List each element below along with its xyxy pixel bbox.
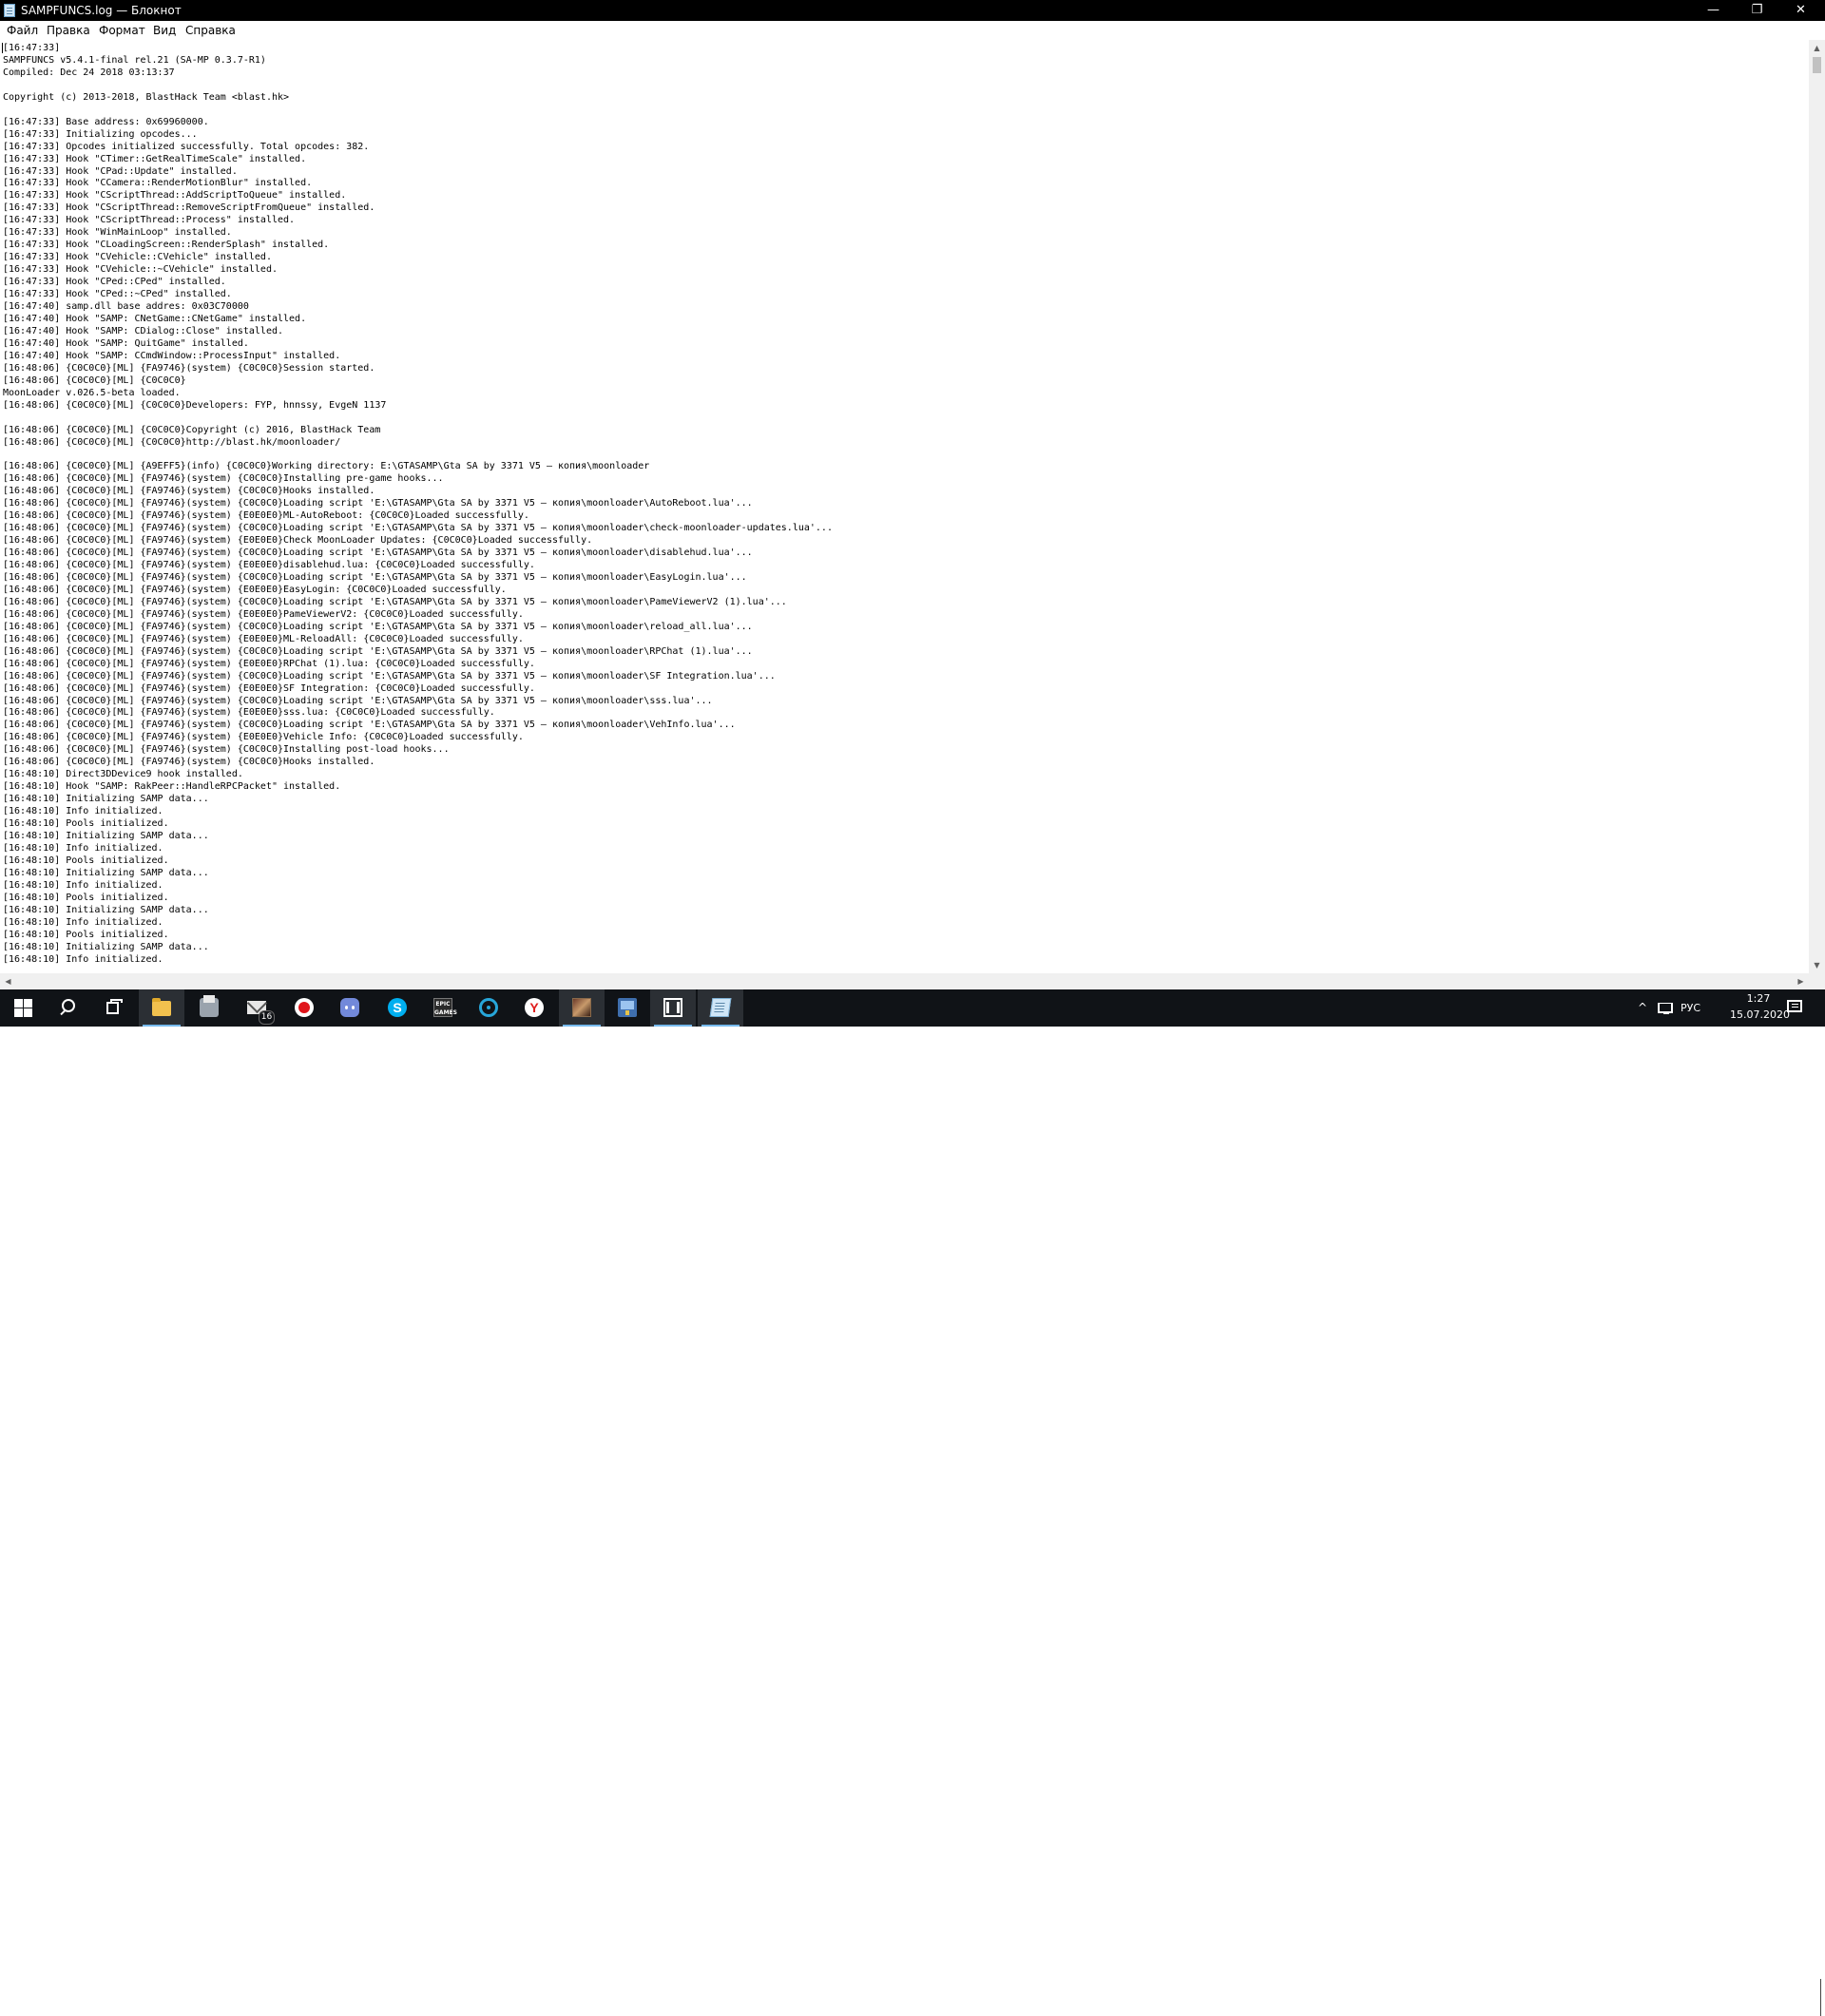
taskbar: 16 S EPIC GAMES Y [0,989,1825,2016]
printer-icon [200,995,219,1017]
taskbar-sync-app[interactable] [466,989,511,1027]
taskbar-notepad[interactable] [698,989,743,1027]
scrollbar-corner [1809,973,1825,989]
taskbar-epic-games[interactable]: EPIC GAMES [420,989,466,1027]
clock-date[interactable]: 15.07.2020 [1730,1008,1790,1022]
notepad-icon [709,998,732,1017]
taskbar-mail[interactable]: 16 [234,989,279,1027]
taskbar-file-explorer[interactable] [139,989,184,1027]
minimize-button[interactable]: — [1692,0,1735,21]
taskbar-video-editor[interactable] [650,989,696,1027]
record-icon [295,998,314,1017]
input-language-indicator[interactable]: РУС [1681,1002,1700,1014]
horizontal-scrollbar[interactable]: ◀ ▶ [0,973,1809,989]
menu-file[interactable]: Файл [7,24,38,37]
taskbar-skype[interactable]: S [375,989,420,1027]
start-button[interactable] [0,989,46,1027]
task-view-icon [105,998,124,1017]
action-center-icon[interactable] [1787,1000,1802,1012]
notepad-app-icon [4,4,15,17]
vertical-scrollbar[interactable]: ▲ ▼ [1809,40,1825,973]
show-desktop-button[interactable] [1820,1979,1825,2016]
menu-edit[interactable]: Правка [47,24,90,37]
network-app-icon [618,998,637,1017]
close-button[interactable]: ✕ [1779,0,1822,21]
tray-overflow-chevron-icon[interactable]: ^ [1635,1000,1650,1015]
sync-icon [479,998,498,1017]
taskbar-discord[interactable] [327,989,373,1027]
scroll-left-arrow-icon[interactable]: ◀ [0,973,16,989]
clock-time[interactable]: 1:27 [1730,992,1787,1006]
task-view-button[interactable] [91,989,137,1027]
folder-icon [152,998,171,1016]
taskbar-game[interactable] [559,989,605,1027]
search-button[interactable] [46,989,91,1027]
taskbar-network-app[interactable] [605,989,650,1027]
mail-unread-badge: 16 [259,1010,275,1025]
title-bar[interactable]: SAMPFUNCS.log — Блокнот — ❐ ✕ [0,0,1825,21]
skype-icon: S [388,998,407,1017]
menu-format[interactable]: Формат [99,24,145,37]
menu-help[interactable]: Справка [185,24,236,37]
restore-button[interactable]: ❐ [1736,0,1778,21]
scroll-right-arrow-icon[interactable]: ▶ [1793,973,1809,989]
menu-view[interactable]: Вид [153,24,176,37]
scroll-up-arrow-icon[interactable]: ▲ [1809,40,1825,56]
taskbar-printer-app[interactable] [186,989,232,1027]
search-icon [59,998,78,1017]
scroll-down-arrow-icon[interactable]: ▼ [1809,957,1825,973]
network-icon[interactable] [1658,1003,1673,1014]
taskbar-yandex-browser[interactable]: Y [511,989,557,1027]
game-icon [572,998,591,1017]
text-caret [2,43,3,53]
windows-logo-icon [13,998,32,1017]
taskbar-recorder[interactable] [281,989,327,1027]
video-clapper-icon [663,998,682,1017]
window-title: SAMPFUNCS.log — Блокнот [21,4,182,17]
discord-icon [340,998,359,1017]
log-text-content[interactable]: [16:47:33] SAMPFUNCS v5.4.1-final rel.21… [0,40,1809,966]
vertical-scroll-thumb[interactable] [1813,57,1821,73]
text-editor-area[interactable]: [16:47:33] SAMPFUNCS v5.4.1-final rel.21… [0,40,1809,973]
yandex-browser-icon: Y [525,998,544,1017]
epic-games-icon: EPIC GAMES [433,998,457,1017]
menu-bar: Файл Правка Формат Вид Справка [0,21,1825,40]
